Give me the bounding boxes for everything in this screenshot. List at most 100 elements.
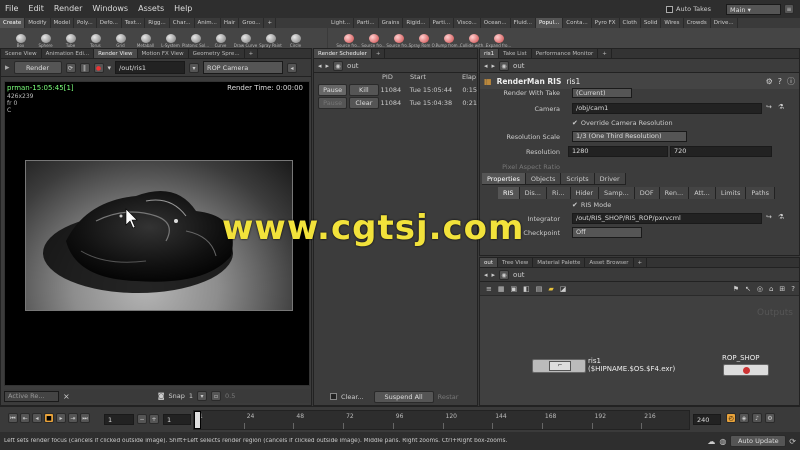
- desktop-select[interactable]: Main ▾: [726, 3, 781, 15]
- tool-expand-fro[interactable]: Expand fro...: [486, 34, 511, 48]
- path-browse-icon[interactable]: ▾: [189, 62, 200, 73]
- shelf-tab-parti[interactable]: Parti...: [354, 18, 379, 28]
- shelf-tab-rigid[interactable]: Rigid...: [403, 18, 430, 28]
- tool-source-fro[interactable]: Source fro...: [336, 34, 361, 48]
- pause-icon[interactable]: ‖: [79, 62, 90, 73]
- tool-draw-curve[interactable]: Draw Curve: [233, 34, 258, 48]
- globe-icon[interactable]: ◍: [719, 437, 726, 446]
- layout-icon[interactable]: ▤: [536, 285, 543, 293]
- param-subtab-ren[interactable]: Ren...: [659, 187, 690, 199]
- tool-platonic-sol[interactable]: Platonic Sol...: [182, 34, 209, 48]
- camera-field[interactable]: /obj/cam1: [572, 103, 762, 114]
- auto-update-select[interactable]: Auto Update: [730, 435, 787, 447]
- eye-icon[interactable]: ◎: [757, 285, 763, 293]
- network-icon[interactable]: ◉: [499, 269, 510, 280]
- forward-icon[interactable]: ▸: [492, 62, 496, 70]
- tool-source-fro[interactable]: Source fro...: [386, 34, 411, 48]
- desktop-menu-icon[interactable]: ≡: [784, 4, 794, 14]
- param-tab-objects[interactable]: Objects: [525, 173, 562, 184]
- param-tab-scripts[interactable]: Scripts: [561, 173, 595, 184]
- shelf-tab-drive[interactable]: Drive...: [711, 18, 738, 28]
- tool-grid[interactable]: Grid: [108, 34, 133, 48]
- shelf-tab-defo[interactable]: Defo...: [97, 18, 122, 28]
- back-icon[interactable]: ◂: [318, 62, 322, 70]
- shelf-tab-grains[interactable]: Grains: [379, 18, 404, 28]
- tab-asset-browser[interactable]: Asset Browser: [585, 258, 634, 267]
- scale-value[interactable]: 0.5: [225, 392, 235, 400]
- active-render-select[interactable]: Active Re...: [4, 390, 59, 402]
- audio-icon[interactable]: ♪: [752, 413, 762, 423]
- network-icon[interactable]: ◉: [333, 60, 344, 71]
- tab-ris1[interactable]: ris1: [480, 49, 500, 58]
- first-frame-icon[interactable]: ⏮: [8, 413, 18, 423]
- shelf-tab-fluid[interactable]: Fluid...: [511, 18, 537, 28]
- table-row[interactable]: Pause Kill 11084 Tue 15:05:44 0:15: [314, 83, 477, 96]
- add-tab-icon[interactable]: +: [245, 49, 259, 58]
- snapshot-icon[interactable]: ◙: [158, 392, 165, 400]
- tool-curve[interactable]: Curve: [208, 34, 233, 48]
- render-path-field[interactable]: /out/ris1: [115, 61, 186, 74]
- tool-source-fro[interactable]: Source fro...: [361, 34, 386, 48]
- param-subtab-dis[interactable]: Dis...: [519, 187, 547, 199]
- forward-icon[interactable]: ▸: [326, 62, 330, 70]
- shelf-tab-wires[interactable]: Wires: [661, 18, 684, 28]
- param-path[interactable]: out: [513, 62, 524, 70]
- minus-icon[interactable]: −: [137, 414, 147, 424]
- grid-icon[interactable]: ▦: [498, 285, 505, 293]
- back-icon[interactable]: ◂: [484, 271, 488, 279]
- camera-pick-icon[interactable]: ⚗: [778, 103, 784, 111]
- menu-arrow-icon[interactable]: ▸: [5, 63, 10, 73]
- tool-pump-from[interactable]: Pump from...: [436, 34, 461, 48]
- tab-render-scheduler[interactable]: Render Scheduler: [314, 49, 372, 58]
- res-y-field[interactable]: 720: [670, 146, 772, 157]
- tool-sphere[interactable]: Sphere: [33, 34, 58, 48]
- shelf-tab-visco[interactable]: Visco...: [454, 18, 481, 28]
- menu-file[interactable]: File: [0, 0, 23, 18]
- stop-icon[interactable]: ■: [44, 413, 54, 423]
- scheduler-path[interactable]: out: [347, 62, 358, 70]
- ris1-node[interactable]: ⌐: [532, 359, 586, 373]
- shelf-tab-solid[interactable]: Solid: [641, 18, 662, 28]
- param-subtab-att[interactable]: Att...: [689, 187, 716, 199]
- ris-mode-check-icon[interactable]: ✔: [572, 201, 578, 209]
- play-icon[interactable]: ▸: [56, 413, 66, 423]
- shelf-tab-modify[interactable]: Modify: [25, 18, 51, 28]
- tool-l-system[interactable]: L-System: [158, 34, 183, 48]
- shelf-tab-ocean[interactable]: Ocean...: [481, 18, 511, 28]
- back-icon[interactable]: ◂: [484, 62, 488, 70]
- end-frame-field[interactable]: 240: [693, 414, 721, 425]
- hat-icon[interactable]: ⌂: [769, 285, 773, 293]
- tab-performance-monitor[interactable]: Performance Monitor: [532, 49, 599, 58]
- forward-icon[interactable]: ▸: [492, 271, 496, 279]
- playhead[interactable]: [194, 411, 201, 429]
- note-icon[interactable]: ▰: [548, 285, 553, 293]
- shelf-tab-pyro-fx[interactable]: Pyro FX: [592, 18, 620, 28]
- pause-button[interactable]: Pause: [318, 96, 348, 109]
- gear-icon[interactable]: ⚙: [766, 77, 773, 86]
- rop-shop-node[interactable]: [723, 364, 769, 376]
- menu-render[interactable]: Render: [49, 0, 87, 18]
- render-button[interactable]: Render: [13, 61, 62, 74]
- take-select[interactable]: (Current): [572, 88, 632, 98]
- list-icon[interactable]: ≡: [486, 285, 492, 293]
- shelf-tab-cloth[interactable]: Cloth: [620, 18, 641, 28]
- param-subtab-samp[interactable]: Samp...: [599, 187, 635, 199]
- shelf-tab-groo[interactable]: Groo...: [239, 18, 265, 28]
- clear-button[interactable]: Clear: [349, 96, 379, 109]
- add-tab-icon[interactable]: +: [598, 49, 612, 58]
- timeline-track[interactable]: 124487296120144168192216: [193, 410, 690, 430]
- param-subtab-limits[interactable]: Limits: [715, 187, 747, 199]
- shelf-tab-conta[interactable]: Conta...: [563, 18, 592, 28]
- menu-assets[interactable]: Assets: [133, 0, 169, 18]
- param-subtab-dof[interactable]: DOF: [634, 187, 660, 199]
- next-key-icon[interactable]: ⇥: [68, 413, 78, 423]
- shelf-tab-parti[interactable]: Parti...: [430, 18, 455, 28]
- add-tab-icon[interactable]: +: [634, 258, 648, 267]
- step-back-icon[interactable]: ◂: [32, 413, 42, 423]
- tab-animation-edi[interactable]: Animation Edi...: [42, 49, 95, 58]
- help-icon[interactable]: ?: [791, 285, 795, 293]
- res-x-field[interactable]: 1280: [568, 146, 668, 157]
- flag-icon[interactable]: ⚑: [733, 285, 739, 293]
- tool-spray-rom-o[interactable]: Spray Rom O...: [409, 34, 438, 48]
- plus-icon[interactable]: +: [149, 414, 159, 424]
